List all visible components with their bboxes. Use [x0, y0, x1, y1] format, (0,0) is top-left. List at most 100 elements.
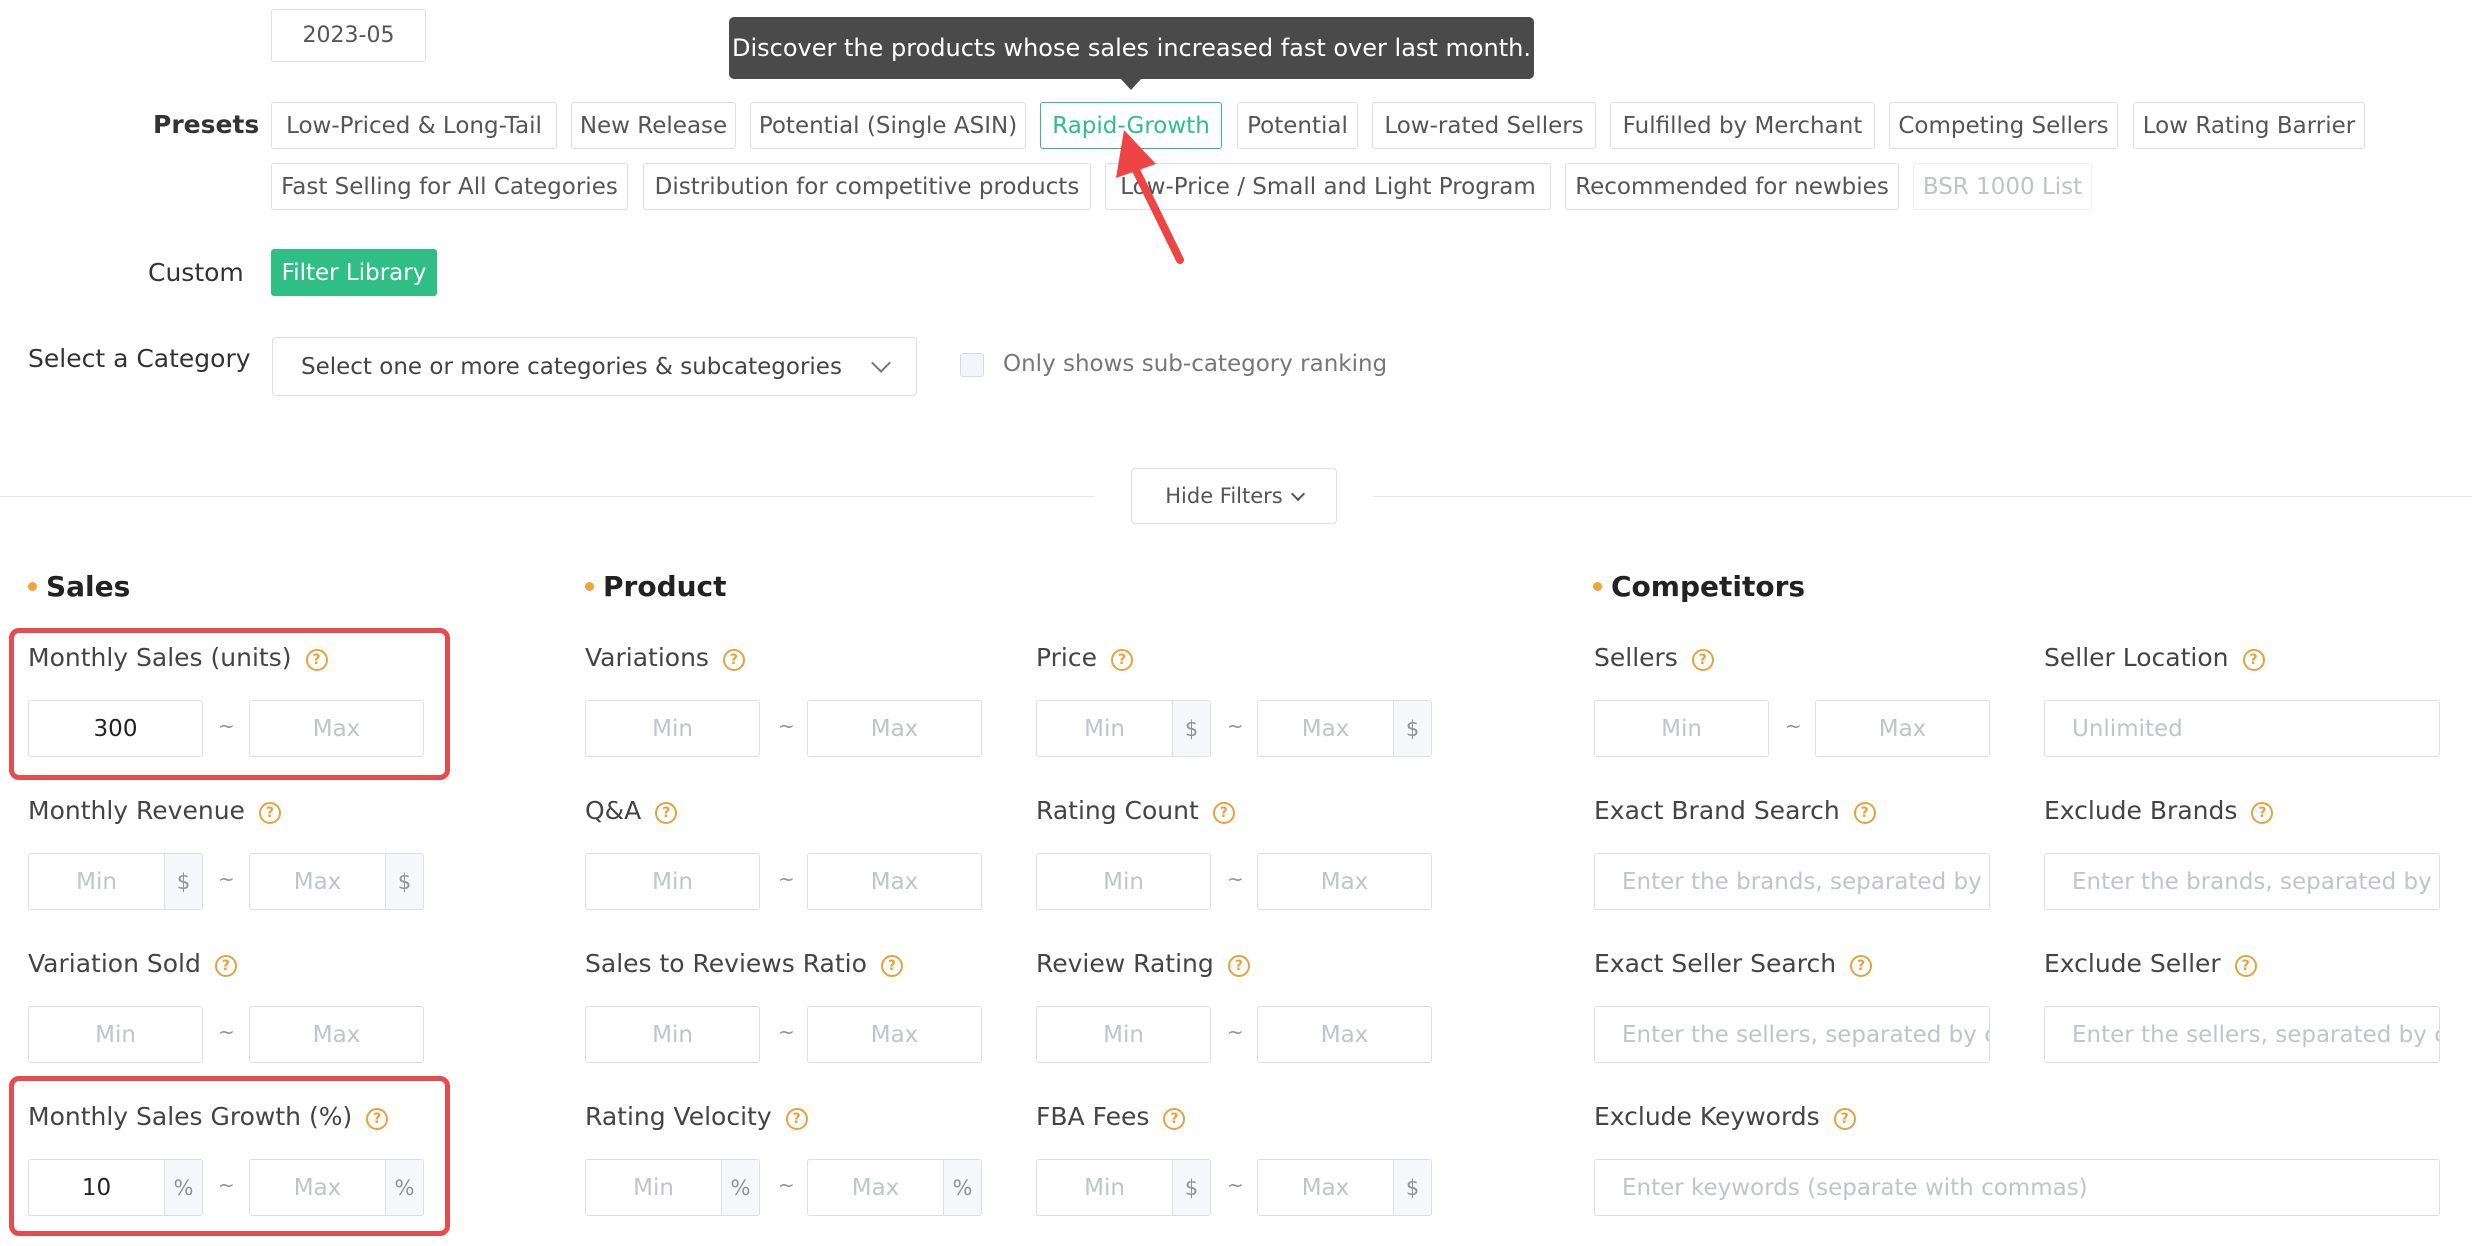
help-icon[interactable]: ?	[214, 955, 237, 977]
exclude-brands-label: Exclude Brands?	[2044, 796, 2274, 825]
preset-bsr-1000-list: BSR 1000 List	[1913, 163, 2092, 210]
hide-filters-label: Hide Filters	[1165, 484, 1283, 508]
preset-potential-single-asin[interactable]: Potential (Single ASIN)	[750, 102, 1026, 149]
review-rating-min-input[interactable]: Min	[1036, 1006, 1211, 1063]
range-separator: ~	[218, 867, 235, 891]
rating-velocity-max-input[interactable]: Max%	[807, 1159, 982, 1216]
section-sales-title: Sales	[28, 570, 130, 603]
range-separator: ~	[218, 1020, 235, 1044]
monthly-revenue-label: Monthly Revenue?	[28, 796, 281, 825]
monthly-revenue-max-input[interactable]: Max $	[249, 853, 424, 910]
variation-sold-min-input[interactable]: Min	[28, 1006, 203, 1063]
highlight-box-monthly-sales	[9, 628, 450, 780]
section-competitors-title: Competitors	[1593, 570, 1805, 603]
review-rating-max-input[interactable]: Max	[1257, 1006, 1432, 1063]
range-separator: ~	[778, 1173, 795, 1197]
help-icon[interactable]: ?	[1163, 1108, 1186, 1130]
range-separator: ~	[1227, 1173, 1244, 1197]
exact-seller-search-label: Exact Seller Search?	[1594, 949, 1873, 978]
exclude-seller-input[interactable]: Enter the sellers, separated by cc	[2044, 1006, 2440, 1063]
dollar-unit: $	[1172, 701, 1210, 756]
help-icon[interactable]: ?	[2234, 955, 2257, 977]
preset-distribution-competitive[interactable]: Distribution for competitive products	[643, 163, 1091, 210]
help-icon[interactable]: ?	[785, 1108, 808, 1130]
category-select[interactable]: Select one or more categories & subcateg…	[272, 337, 917, 396]
highlight-box-monthly-growth	[9, 1076, 450, 1236]
variation-sold-label: Variation Sold?	[28, 949, 237, 978]
preset-low-rated-sellers[interactable]: Low-rated Sellers	[1372, 102, 1596, 149]
preset-recommended-newbies[interactable]: Recommended for newbies	[1565, 163, 1899, 210]
range-separator: ~	[1227, 714, 1244, 738]
help-icon[interactable]: ?	[258, 802, 281, 824]
help-icon[interactable]: ?	[1111, 649, 1133, 671]
preset-low-priced-long-tail[interactable]: Low-Priced & Long-Tail	[271, 102, 557, 149]
help-icon[interactable]: ?	[1850, 955, 1873, 977]
sales-reviews-ratio-label: Sales to Reviews Ratio?	[585, 949, 903, 978]
exclude-brands-input[interactable]: Enter the brands, separated by c	[2044, 853, 2440, 910]
exact-brand-search-label: Exact Brand Search?	[1594, 796, 1876, 825]
help-icon[interactable]: ?	[1853, 802, 1876, 824]
exact-brand-search-input[interactable]: Enter the brands, separated by c	[1594, 853, 1990, 910]
variation-sold-max-input[interactable]: Max	[249, 1006, 424, 1063]
sales-reviews-ratio-min-input[interactable]: Min	[585, 1006, 760, 1063]
preset-fast-selling-all-categories[interactable]: Fast Selling for All Categories	[271, 163, 628, 210]
sellers-label: Sellers?	[1594, 643, 1714, 672]
rating-count-min-input[interactable]: Min	[1036, 853, 1211, 910]
help-icon[interactable]: ?	[2242, 649, 2265, 671]
monthly-revenue-min-input[interactable]: Min $	[28, 853, 203, 910]
price-min-input[interactable]: Min $	[1036, 700, 1211, 757]
help-icon[interactable]: ?	[880, 955, 903, 977]
exact-seller-search-input[interactable]: Enter the sellers, separated by cc	[1594, 1006, 1990, 1063]
hide-filters-button[interactable]: Hide Filters	[1131, 468, 1337, 524]
preset-competing-sellers[interactable]: Competing Sellers	[1889, 102, 2118, 149]
annotation-arrow-icon	[1116, 130, 1184, 264]
variations-label: Variations?	[585, 643, 745, 672]
help-icon[interactable]: ?	[1691, 649, 1714, 671]
preset-new-release[interactable]: New Release	[571, 102, 736, 149]
help-icon[interactable]: ?	[1212, 802, 1235, 824]
range-separator: ~	[778, 867, 795, 891]
exclude-seller-label: Exclude Seller?	[2044, 949, 2257, 978]
rating-velocity-label: Rating Velocity?	[585, 1102, 808, 1131]
filter-library-button[interactable]: Filter Library	[271, 249, 437, 296]
range-separator: ~	[778, 714, 795, 738]
percent-unit: %	[943, 1160, 981, 1215]
price-max-input[interactable]: Max $	[1257, 700, 1432, 757]
dollar-unit: $	[1393, 701, 1431, 756]
price-label: Price?	[1036, 643, 1133, 672]
dollar-unit: $	[1393, 1160, 1431, 1215]
fba-fees-min-input[interactable]: Min $	[1036, 1159, 1211, 1216]
preset-potential[interactable]: Potential	[1237, 102, 1358, 149]
qa-max-input[interactable]: Max	[807, 853, 982, 910]
presets-label: Presets	[153, 110, 260, 139]
help-icon[interactable]: ?	[1833, 1108, 1856, 1130]
dollar-unit: $	[385, 854, 423, 909]
sellers-max-input[interactable]: Max	[1815, 700, 1990, 757]
dollar-unit: $	[1172, 1160, 1210, 1215]
rating-count-max-input[interactable]: Max	[1257, 853, 1432, 910]
help-icon[interactable]: ?	[1227, 955, 1250, 977]
qa-label: Q&A?	[585, 796, 678, 825]
help-icon[interactable]: ?	[2251, 802, 2274, 824]
help-icon[interactable]: ?	[655, 802, 678, 824]
exclude-keywords-input[interactable]: Enter keywords (separate with commas)	[1594, 1159, 2440, 1216]
preset-tooltip: Discover the products whose sales increa…	[729, 17, 1534, 79]
preset-fulfilled-by-merchant[interactable]: Fulfilled by Merchant	[1610, 102, 1875, 149]
date-selector[interactable]: 2023-05	[271, 9, 426, 62]
sales-reviews-ratio-max-input[interactable]: Max	[807, 1006, 982, 1063]
category-label: Select a Category	[28, 344, 251, 373]
sellers-min-input[interactable]: Min	[1594, 700, 1769, 757]
variations-max-input[interactable]: Max	[807, 700, 982, 757]
rating-count-label: Rating Count?	[1036, 796, 1235, 825]
variations-min-input[interactable]: Min	[585, 700, 760, 757]
category-select-placeholder: Select one or more categories & subcateg…	[301, 353, 842, 380]
fba-fees-max-input[interactable]: Max $	[1257, 1159, 1432, 1216]
preset-low-rating-barrier[interactable]: Low Rating Barrier	[2133, 102, 2365, 149]
help-icon[interactable]: ?	[722, 649, 745, 671]
tooltip-arrow	[1120, 78, 1142, 90]
seller-location-select[interactable]: Unlimited	[2044, 700, 2440, 757]
qa-min-input[interactable]: Min	[585, 853, 760, 910]
rating-velocity-min-input[interactable]: Min%	[585, 1159, 760, 1216]
subcategory-ranking-checkbox[interactable]	[960, 353, 984, 377]
section-product-title: Product	[585, 570, 727, 603]
